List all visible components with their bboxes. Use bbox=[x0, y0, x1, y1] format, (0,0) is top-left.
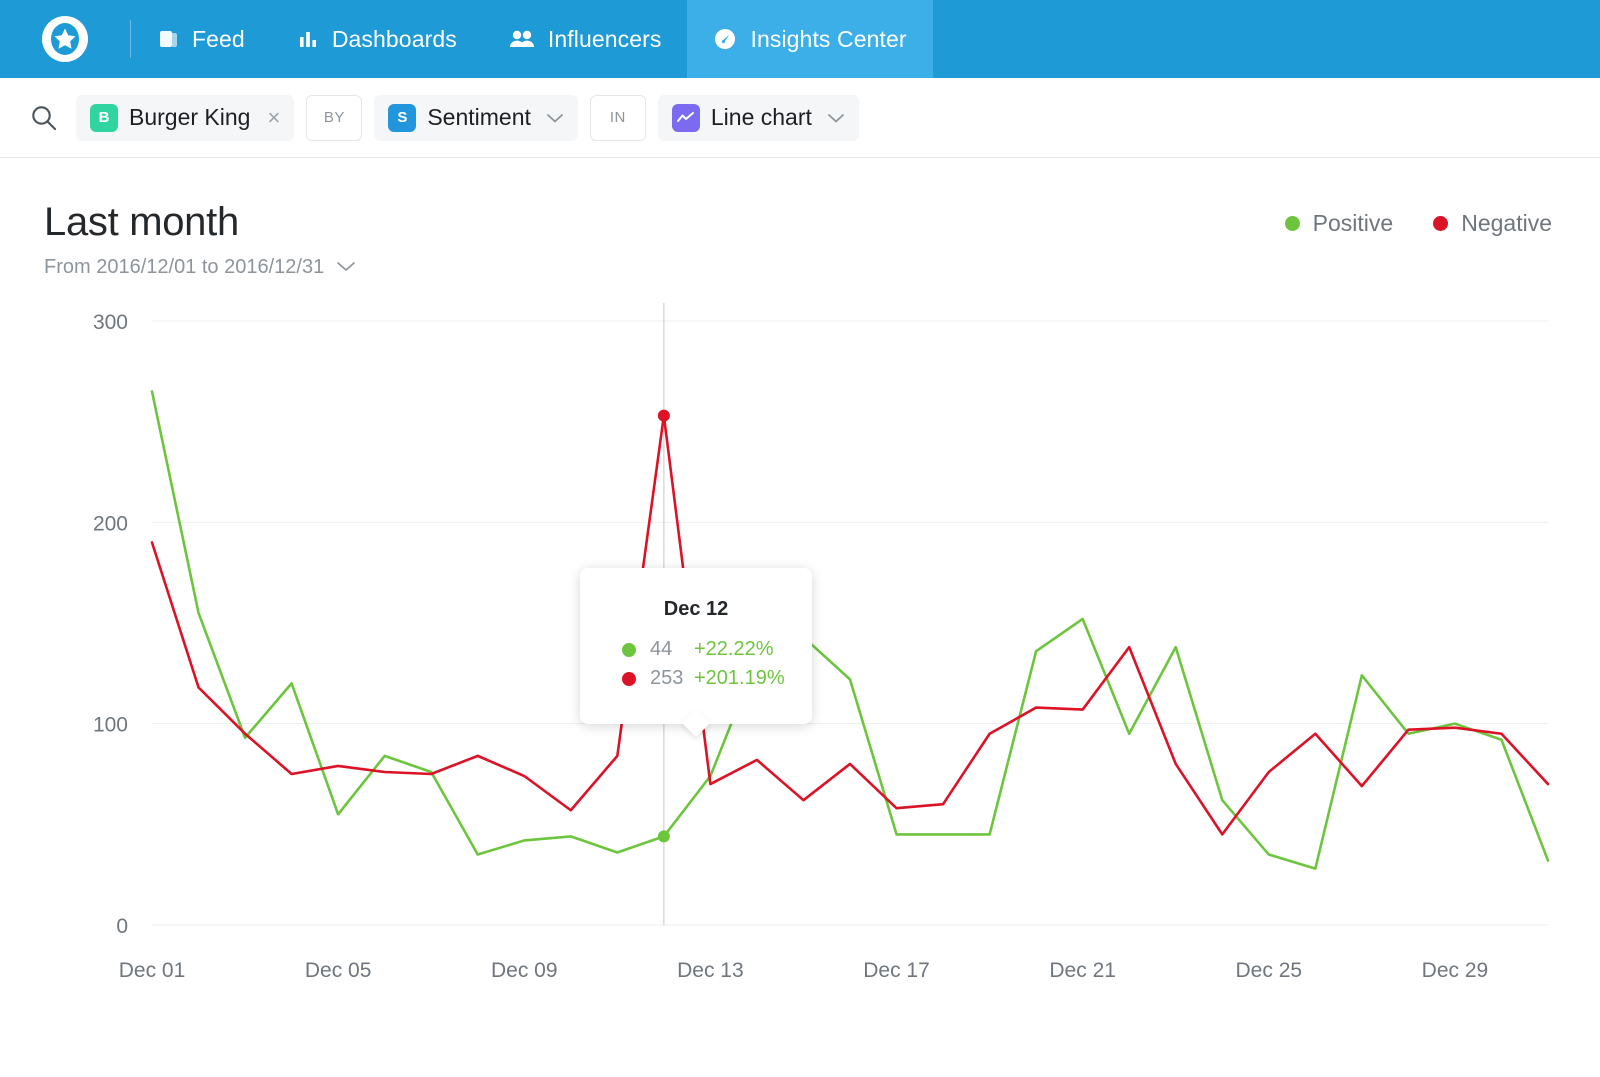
gauge-icon bbox=[713, 27, 737, 51]
x-axis-tick-label: Dec 05 bbox=[305, 959, 372, 982]
chevron-down-icon bbox=[336, 256, 356, 279]
date-range-selector[interactable]: From 2016/12/01 to 2016/12/31 bbox=[44, 256, 356, 279]
insights-content: Last month From 2016/12/01 to 2016/12/31… bbox=[0, 158, 1600, 1043]
nav-item-insights-center[interactable]: Insights Center bbox=[687, 0, 933, 78]
metric-badge-icon: S bbox=[388, 103, 417, 132]
tooltip-percent: +201.19% bbox=[694, 667, 785, 689]
nav-item-dashboards[interactable]: Dashboards bbox=[271, 0, 483, 78]
y-axis-tick-label: 300 bbox=[93, 311, 128, 334]
nav-item-label: Dashboards bbox=[331, 25, 457, 52]
date-range-label: From 2016/12/01 to 2016/12/31 bbox=[44, 256, 325, 278]
tooltip-title: Dec 12 bbox=[663, 598, 729, 620]
star-logo-icon bbox=[42, 16, 88, 62]
filter-chip-metric[interactable]: S Sentiment bbox=[374, 94, 578, 141]
chevron-down-icon[interactable] bbox=[827, 112, 845, 124]
nav-item-feed[interactable]: Feed bbox=[131, 0, 271, 78]
remove-subject-icon[interactable]: × bbox=[267, 105, 280, 131]
legend-item-positive[interactable]: Positive bbox=[1284, 210, 1394, 237]
filter-chip-subject[interactable]: B Burger King × bbox=[76, 94, 295, 141]
y-axis-tick-label: 0 bbox=[116, 915, 128, 938]
nav-item-influencers[interactable]: Influencers bbox=[483, 0, 688, 78]
series-line-positive[interactable] bbox=[150, 390, 1550, 870]
nav-items: Feed Dashboards Influencers Insights Cen… bbox=[131, 0, 933, 78]
legend-item-negative[interactable]: Negative bbox=[1433, 210, 1552, 237]
x-axis-tick-label: Dec 29 bbox=[1422, 959, 1489, 982]
legend-dot-positive bbox=[1284, 216, 1300, 231]
x-axis-tick-label: Dec 25 bbox=[1236, 959, 1303, 982]
chart-legend: Positive Negative bbox=[1284, 210, 1552, 237]
tooltip-dot-positive bbox=[622, 642, 636, 657]
filter-chip-visualization[interactable]: Line chart bbox=[657, 94, 859, 141]
x-axis-tick-label: Dec 17 bbox=[863, 959, 930, 982]
tooltip-row-negative: 253 +201.19% bbox=[580, 667, 812, 690]
chevron-down-icon[interactable] bbox=[546, 112, 564, 124]
conjunction-by: BY bbox=[306, 94, 363, 141]
nav-item-label: Insights Center bbox=[750, 25, 907, 52]
legend-label: Positive bbox=[1312, 210, 1394, 236]
subject-label: Burger King bbox=[129, 104, 251, 130]
subject-badge-icon: B bbox=[90, 103, 118, 132]
app-logo[interactable] bbox=[0, 0, 130, 78]
tooltip-value: 44 bbox=[650, 638, 673, 660]
search-icon[interactable] bbox=[24, 103, 64, 133]
chart-tooltip: Dec 12 44 +22.22% 253 +201.19% bbox=[580, 568, 812, 724]
x-axis-tick-label: Dec 09 bbox=[491, 959, 558, 982]
metric-label: Sentiment bbox=[427, 104, 531, 130]
people-icon bbox=[509, 28, 535, 50]
legend-dot-negative bbox=[1433, 216, 1449, 231]
chart-line-icon bbox=[671, 103, 700, 132]
filter-bar: B Burger King × BY S Sentiment IN Line c… bbox=[0, 78, 1600, 158]
legend-label: Negative bbox=[1461, 210, 1552, 236]
tooltip-percent: +22.22% bbox=[694, 638, 774, 660]
top-navigation-bar: Feed Dashboards Influencers Insights Cen… bbox=[0, 0, 1600, 78]
nav-item-label: Feed bbox=[192, 25, 245, 52]
highlight-point-positive[interactable] bbox=[657, 830, 670, 843]
y-axis-tick-label: 200 bbox=[93, 512, 128, 535]
line-chart[interactable]: 0 100 200 300 Dec 01 Dec 05 Dec 09 Dec 13 Dec 17… bbox=[44, 303, 1556, 1043]
visualization-label: Line chart bbox=[710, 104, 812, 130]
highlight-point-negative[interactable] bbox=[657, 409, 670, 422]
x-axis-tick-label: Dec 13 bbox=[677, 959, 744, 982]
bar-chart-icon bbox=[297, 28, 319, 50]
tooltip-row-positive: 44 +22.22% bbox=[580, 638, 812, 661]
x-axis-tick-label: Dec 01 bbox=[119, 959, 186, 982]
conjunction-in: IN bbox=[589, 94, 646, 141]
x-axis-tick-label: Dec 21 bbox=[1049, 959, 1116, 982]
y-axis-tick-label: 100 bbox=[93, 714, 128, 737]
tooltip-dot-negative bbox=[622, 671, 636, 686]
feed-icon bbox=[157, 28, 179, 50]
tooltip-value: 253 bbox=[650, 667, 684, 689]
nav-item-label: Influencers bbox=[547, 25, 662, 52]
